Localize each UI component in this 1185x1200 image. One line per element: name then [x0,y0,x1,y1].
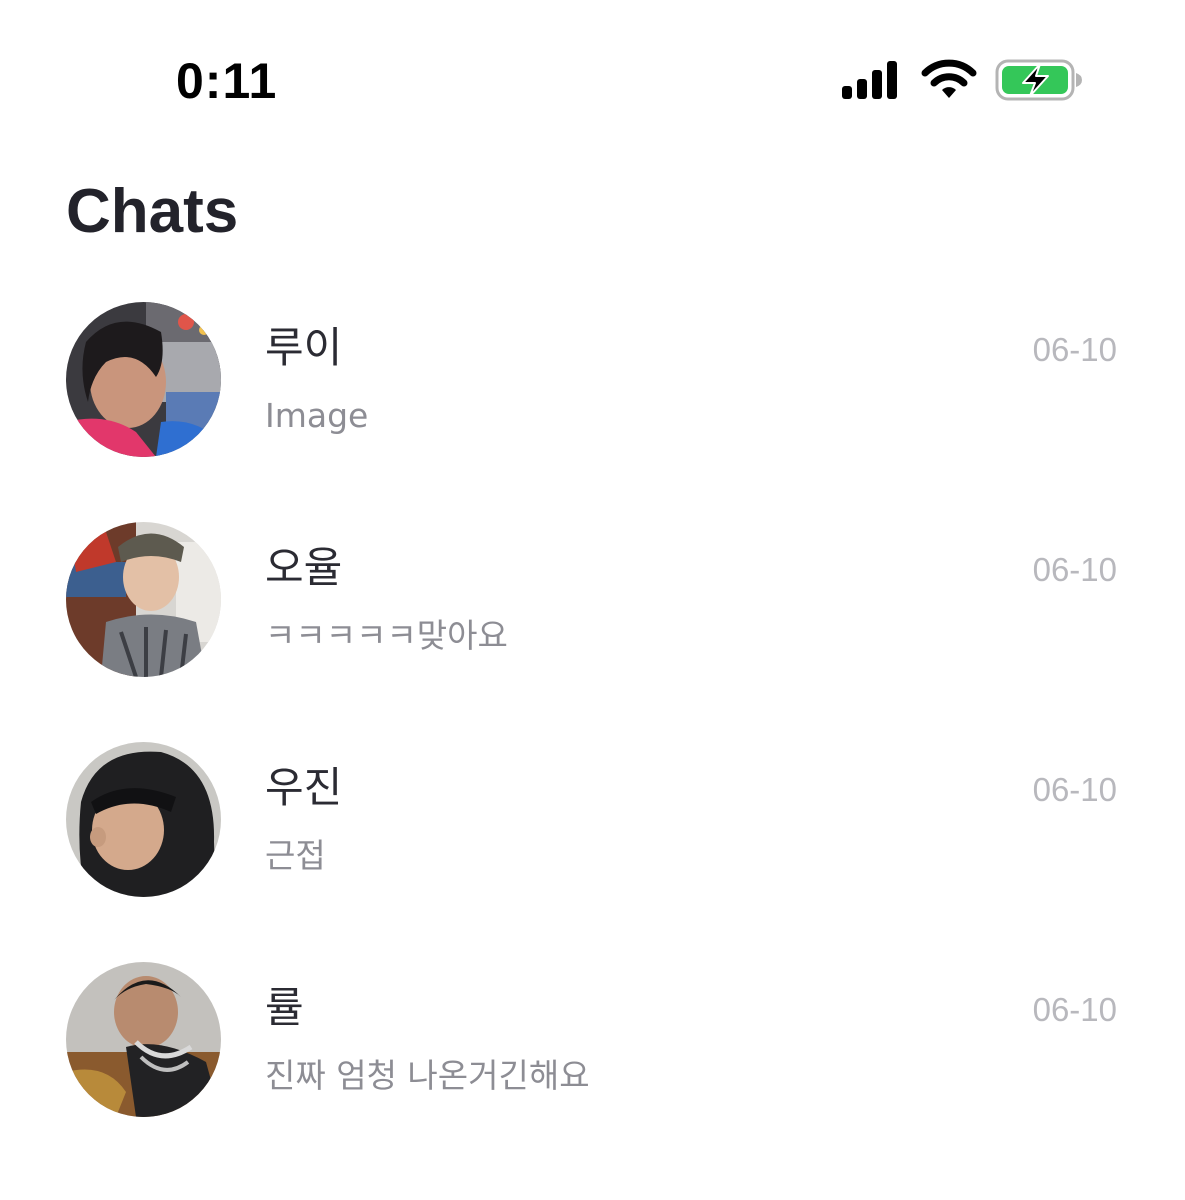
cellular-signal-icon [842,61,897,99]
chat-name: 오율 [265,543,343,592]
wifi-icon [921,59,977,98]
chat-preview: ㅋㅋㅋㅋㅋ맞아요 [265,616,508,655]
chat-name: 루이 [265,323,343,372]
avatar[interactable] [66,962,221,1117]
status-bar: 0:11 [0,0,1185,150]
avatar[interactable] [66,302,221,457]
battery-charging-icon [995,59,1082,101]
page-title: Chats [66,177,239,246]
avatar[interactable] [66,522,221,677]
chat-list-item[interactable]: 률 진짜 엄청 나온거긴해요 06-10 [0,958,1185,1178]
chat-list-item[interactable]: 루이 Image 06-10 [0,298,1185,518]
avatar[interactable] [66,742,221,897]
chat-date: 06-10 [1032,551,1117,588]
chat-list-item[interactable]: 오율 ㅋㅋㅋㅋㅋ맞아요 06-10 [0,518,1185,738]
chat-list: 루이 Image 06-10 오율 ㅋㅋㅋㅋㅋ맞아요 06-10 우진 근접 0… [0,298,1185,1178]
chat-date: 06-10 [1032,991,1117,1028]
chat-date: 06-10 [1032,771,1117,808]
chat-name: 우진 [265,763,343,812]
chat-preview: Image [265,396,369,435]
status-time: 0:11 [176,53,278,109]
chat-date: 06-10 [1032,331,1117,368]
chat-name: 률 [265,983,304,1032]
chat-list-item[interactable]: 우진 근접 06-10 [0,738,1185,958]
chat-preview: 근접 [265,836,326,875]
chat-preview: 진짜 엄청 나온거긴해요 [265,1056,590,1095]
